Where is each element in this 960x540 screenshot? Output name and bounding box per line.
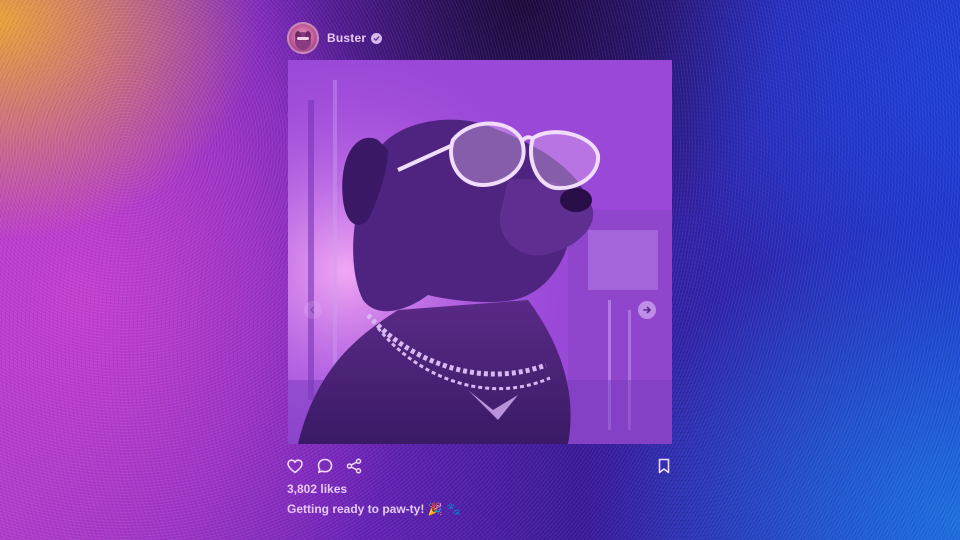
comment-button[interactable] <box>315 456 335 476</box>
dog-avatar-icon <box>295 31 311 50</box>
post-image[interactable] <box>288 60 672 444</box>
post-header: Buster <box>287 20 383 56</box>
next-image-button[interactable] <box>638 301 656 319</box>
save-button[interactable] <box>654 456 674 476</box>
avatar[interactable] <box>287 22 319 54</box>
username[interactable]: Buster <box>327 31 366 45</box>
dog-with-sunglasses-image <box>288 60 672 444</box>
heart-icon <box>287 458 303 473</box>
share-icon <box>346 458 362 474</box>
share-button[interactable] <box>344 456 364 476</box>
bookmark-icon <box>658 458 670 474</box>
chevron-left-icon <box>309 306 315 314</box>
verified-check-icon <box>371 32 383 44</box>
previous-image-button[interactable] <box>304 301 322 319</box>
likes-count[interactable]: 3,802 likes <box>287 482 347 496</box>
comment-bubble-icon <box>317 458 333 474</box>
post-actions <box>287 456 673 478</box>
arrow-right-icon <box>643 306 652 314</box>
like-button[interactable] <box>285 456 305 476</box>
post-caption: Getting ready to paw-ty! 🎉 🐾 <box>287 502 461 516</box>
